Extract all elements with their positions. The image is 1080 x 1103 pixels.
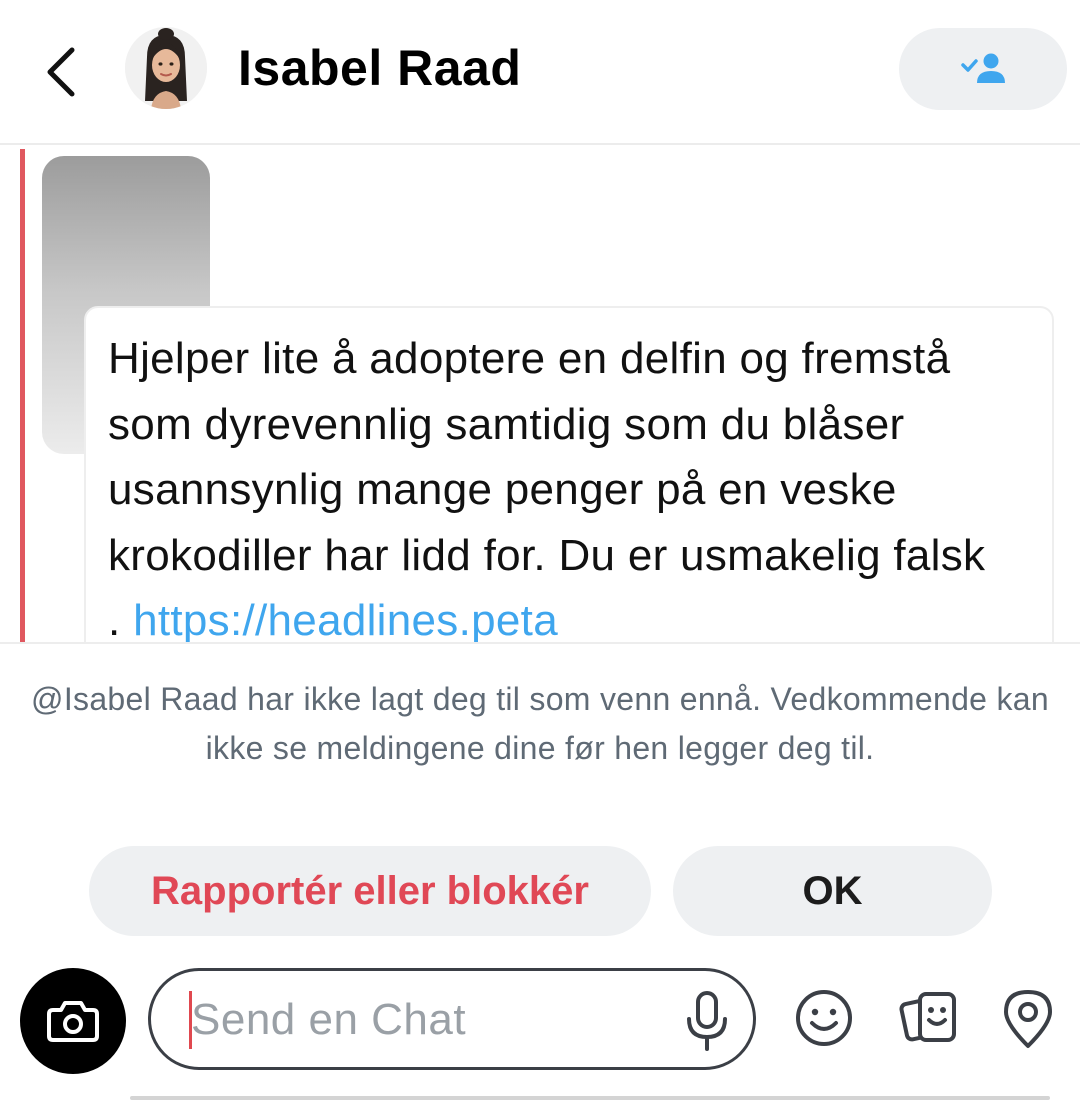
add-friend-button[interactable] (899, 28, 1067, 110)
location-pin-icon (1004, 990, 1052, 1048)
stickers-icon (899, 992, 956, 1042)
avatar[interactable] (125, 27, 207, 109)
stickers-button[interactable] (898, 986, 962, 1050)
location-button[interactable] (996, 986, 1060, 1050)
message-text: Hjelper lite å adoptere en delfin og fre… (108, 326, 1008, 642)
microphone-button[interactable] (677, 989, 737, 1055)
bitmoji-avatar-icon (125, 27, 207, 109)
emoji-button[interactable] (792, 986, 856, 1050)
chat-header: Isabel Raad (0, 0, 1080, 145)
chevron-left-icon (47, 47, 75, 97)
chat-input[interactable] (191, 989, 661, 1051)
back-button[interactable] (34, 40, 94, 100)
microphone-icon (687, 991, 727, 1051)
message-bubble[interactable]: Hjelper lite å adoptere en delfin og fre… (84, 306, 1054, 642)
emoji-icon (796, 990, 852, 1046)
chat-area[interactable]: Hjelper lite å adoptere en delfin og fre… (0, 145, 1080, 642)
add-friend-check-icon (961, 53, 1005, 83)
chat-input-container[interactable] (148, 968, 756, 1070)
message-link[interactable]: https://headlines.peta (133, 596, 558, 642)
camera-icon (47, 1001, 99, 1042)
not-friend-notice: @Isabel Raad har ikke lagt deg til som v… (31, 681, 1049, 766)
ok-button[interactable]: OK (673, 846, 992, 936)
divider (0, 642, 1080, 644)
camera-button[interactable] (20, 968, 126, 1074)
report-block-button[interactable]: Rapportér eller blokkér (89, 846, 651, 936)
contact-name[interactable]: Isabel Raad (238, 36, 521, 100)
sender-indicator-bar (20, 149, 25, 642)
home-indicator (130, 1096, 1050, 1100)
